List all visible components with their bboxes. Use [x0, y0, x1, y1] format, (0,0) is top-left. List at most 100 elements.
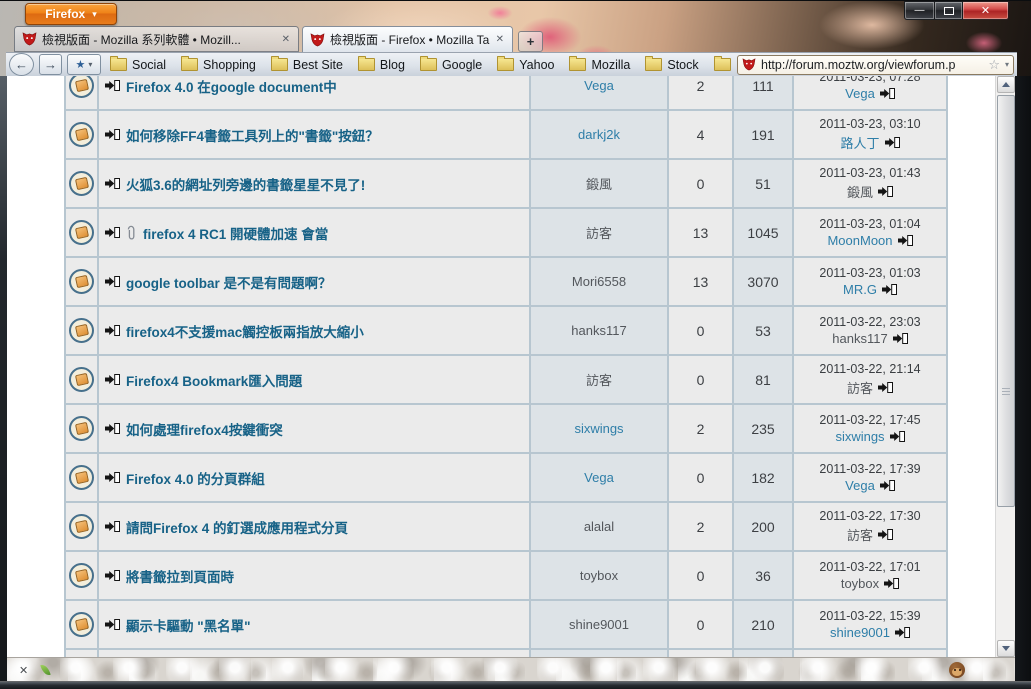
lastpost-author[interactable]: 路人丁 [840, 133, 879, 152]
topic-title-link[interactable]: 將書籤拉到頁面時 [126, 566, 234, 586]
topic-icon-cell [66, 209, 97, 256]
topic-title-link[interactable]: 如何處理firefox4按鍵衝突 [126, 419, 283, 439]
lastpost-author[interactable]: Vega [845, 478, 875, 493]
topic-title-link[interactable]: 火狐3.6的網址列旁邊的書籤星星不見了! [126, 174, 365, 194]
bookmark-folder-item[interactable]: Social [110, 56, 167, 72]
topic-author: alalal [583, 519, 615, 534]
lastpost-author[interactable]: Vega [845, 86, 875, 101]
addon-bar-close-icon[interactable]: ✕ [19, 664, 28, 677]
topic-author[interactable]: darkj2k [578, 127, 620, 142]
bookmark-folder-item[interactable]: Google [419, 56, 482, 72]
goto-post-icon[interactable] [105, 472, 120, 483]
lastpost-time: 2011-03-22, 17:30 [819, 509, 921, 523]
topic-title-link[interactable]: Firefox4 Bookmark匯入問題 [126, 370, 302, 390]
goto-lastpost-icon[interactable] [879, 88, 895, 99]
vertical-scrollbar[interactable] [995, 76, 1015, 657]
topic-title-link[interactable]: 顯示卡驅動 "黑名單" [126, 615, 251, 635]
topic-status-icon [69, 76, 94, 98]
bookmark-label: Shopping [203, 57, 256, 72]
goto-lastpost-icon[interactable] [895, 627, 910, 638]
bookmark-label: Social [132, 57, 167, 72]
topic-row: Firefox4 Bookmark匯入問題 訪客 0 81 2011-03-22, 21… [66, 356, 946, 403]
tab-moztw-software[interactable]: 檢視版面 - Mozilla 系列軟體 • Mozill... ✕ [14, 26, 299, 52]
goto-post-icon[interactable] [105, 276, 120, 287]
goto-lastpost-icon[interactable] [884, 578, 900, 589]
new-tab-button[interactable]: + [518, 31, 543, 52]
topic-title-link[interactable]: google toolbar 是不是有問題啊？ [126, 272, 332, 292]
url-text[interactable]: http://forum.moztw.org/viewforum.p [761, 58, 983, 72]
lastpost-author[interactable]: MoonMoon [827, 233, 892, 248]
topic-views-cell: 1045 [734, 209, 792, 256]
lastpost-author[interactable]: sixwings [835, 429, 884, 444]
lastpost-time: 2011-03-23, 03:10 [819, 117, 921, 131]
bookmarks-menu-button[interactable]: ★ ▾ [67, 54, 101, 75]
bookmark-folder-item[interactable]: Blog [357, 56, 405, 72]
topic-lastpost-cell: 2011-03-23, 07:28 Vega [794, 76, 946, 109]
bookmark-folder-item[interactable]: Mozilla [569, 56, 630, 72]
topic-author[interactable]: Vega [584, 78, 614, 93]
topic-title-link[interactable]: 請問Firefox 4 的釘選成應用程式分頁 [126, 517, 348, 537]
tab-close-icon[interactable]: ✕ [281, 34, 291, 45]
greasemonkey-icon[interactable] [949, 662, 965, 678]
lastpost-author[interactable]: MR.G [843, 282, 877, 297]
goto-post-icon[interactable] [105, 521, 120, 532]
urlbar-dropdown-icon[interactable]: ▾ [1005, 60, 1009, 69]
scroll-up-button[interactable] [997, 76, 1015, 93]
goto-post-icon[interactable] [105, 129, 120, 140]
goto-lastpost-icon[interactable] [884, 137, 900, 148]
moztw-favicon [310, 32, 325, 46]
bookmark-folder-item[interactable]: Yahoo [497, 56, 554, 72]
bookmark-folder-item[interactable]: My [713, 56, 732, 72]
goto-post-icon[interactable] [105, 178, 120, 189]
url-bar[interactable]: http://forum.moztw.org/viewforum.p ☆ ▾ [737, 54, 1014, 75]
lastpost-author[interactable]: shine9001 [830, 625, 890, 640]
bookmark-folder-item[interactable]: Shopping [181, 56, 256, 72]
goto-post-icon[interactable] [105, 570, 120, 581]
topic-status-icon [69, 563, 94, 588]
firefox-app-button[interactable]: Firefox ▾ [25, 3, 117, 25]
topic-author-cell: alalal [531, 503, 667, 550]
goto-post-icon[interactable] [105, 227, 120, 238]
topic-title-link[interactable]: Firefox 4.0 的分頁群組 [126, 468, 265, 488]
topic-author[interactable]: Vega [584, 470, 614, 485]
goto-lastpost-icon[interactable] [879, 480, 895, 491]
minimize-button[interactable]: — [904, 1, 935, 20]
goto-post-icon[interactable] [105, 325, 120, 336]
topic-title-link[interactable]: Firefox 4.0 在google document中 [126, 76, 337, 96]
folder-icon [270, 56, 288, 71]
maximize-button[interactable] [935, 1, 963, 20]
leaf-addon-icon[interactable] [40, 663, 51, 677]
goto-lastpost-icon[interactable] [878, 186, 893, 197]
goto-lastpost-icon[interactable] [878, 382, 893, 393]
goto-post-icon[interactable] [105, 619, 120, 630]
goto-lastpost-icon[interactable] [897, 235, 913, 246]
forward-button[interactable]: → [39, 54, 62, 75]
goto-lastpost-icon[interactable] [881, 284, 897, 295]
topic-lastpost-cell: 2011-03-22, 17:39 Vega [794, 454, 946, 501]
scroll-down-button[interactable] [997, 640, 1015, 657]
scrollbar-thumb[interactable] [997, 95, 1015, 507]
goto-lastpost-icon[interactable] [892, 333, 908, 344]
back-button[interactable]: ← [9, 53, 34, 76]
topic-title-link[interactable]: firefox4不支援mac觸控板兩指放大縮小 [126, 321, 364, 341]
goto-lastpost-icon[interactable] [878, 529, 893, 540]
folder-icon [497, 56, 515, 71]
tab-close-icon[interactable]: ✕ [495, 34, 505, 45]
bookmark-page-star-icon[interactable]: ☆ [988, 57, 1000, 73]
goto-lastpost-icon[interactable] [889, 431, 905, 442]
tab-firefox-moztw-active[interactable]: 檢視版面 - Firefox • Mozilla Taiwan ... ✕ [302, 26, 513, 52]
goto-post-icon[interactable] [105, 423, 120, 434]
goto-post-icon[interactable] [105, 80, 120, 91]
bookmark-folder-item[interactable]: Best Site [270, 56, 343, 72]
topic-author[interactable]: sixwings [574, 421, 623, 436]
topic-title-link[interactable]: firefox 4 RC1 開硬體加速 會當 [143, 223, 328, 243]
topic-lastpost-cell: 2011-03-23, 01:43 鍛風 [794, 160, 946, 207]
close-window-button[interactable]: ✕ [963, 1, 1009, 20]
goto-post-icon[interactable] [105, 374, 120, 385]
topic-folder-glyph [74, 176, 89, 191]
topic-row: firefox4不支援mac觸控板兩指放大縮小 hanks117 0 53 2011-0… [66, 307, 946, 354]
lastpost-time: 2011-03-22, 15:39 [819, 609, 921, 623]
folder-icon [357, 56, 375, 71]
bookmark-folder-item[interactable]: Stock [645, 56, 699, 72]
topic-title-link[interactable]: 如何移除FF4書籤工具列上的"書籤"按鈕？ [126, 125, 379, 145]
